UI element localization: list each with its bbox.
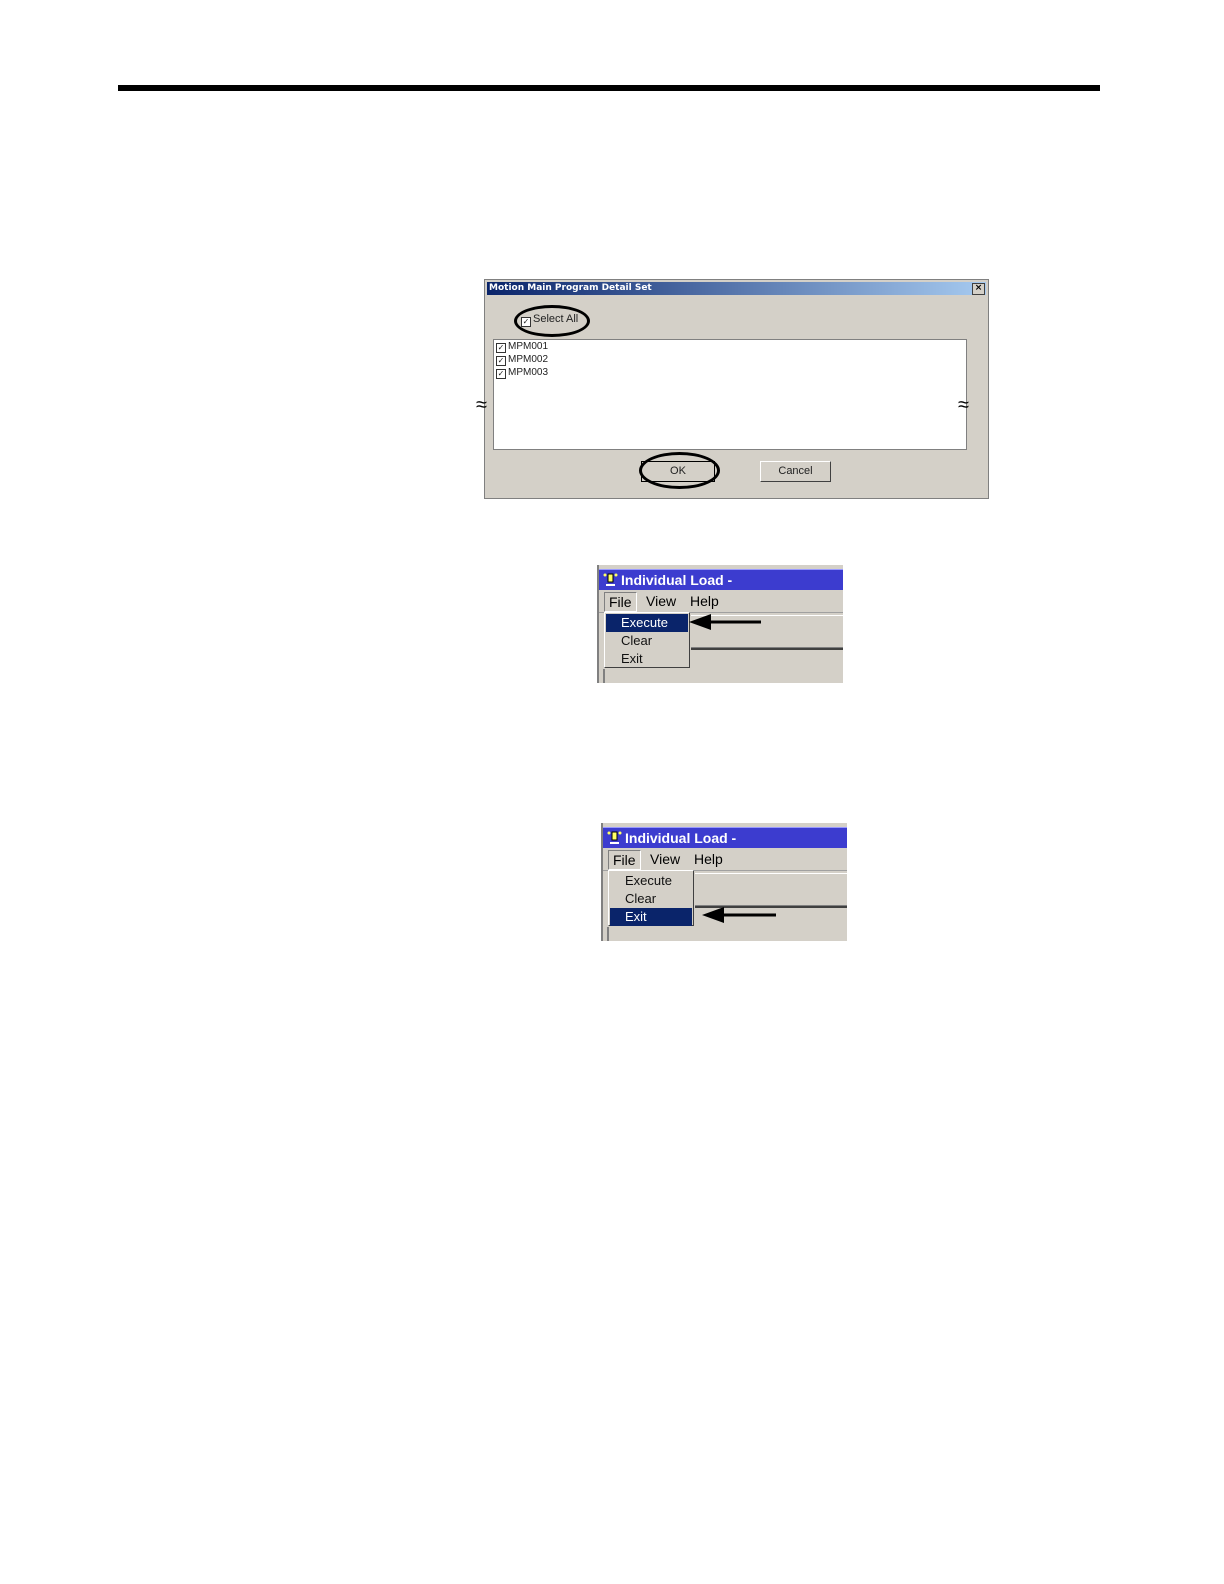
menu-bar: File View Help (599, 590, 843, 613)
arrow-left-icon (702, 907, 776, 923)
menu-item-clear[interactable]: Clear (610, 890, 692, 908)
menu-file[interactable]: File (608, 850, 641, 870)
toolbar-divider (695, 873, 847, 874)
program-name: MPM003 (508, 367, 549, 378)
arrow-left-icon (689, 614, 761, 630)
page-top-rule (118, 85, 1100, 91)
menu-help[interactable]: Help (690, 590, 719, 612)
close-icon[interactable]: × (972, 283, 985, 295)
check-icon: ✓ (496, 356, 506, 366)
menu-item-exit[interactable]: Exit (610, 908, 692, 926)
menu-view[interactable]: View (650, 848, 680, 870)
menu-bar: File View Help (603, 848, 847, 871)
check-icon: ✓ (496, 369, 506, 379)
program-name: MPM002 (508, 354, 549, 365)
motion-main-program-detail-dialog: Motion Main Program Detail Set × ✓ Select… (484, 279, 989, 499)
window-title-bar: Individual Load - (603, 827, 847, 848)
cancel-button[interactable]: Cancel (760, 461, 831, 482)
menu-item-execute[interactable]: Execute (606, 614, 688, 632)
dialog-title: Motion Main Program Detail Set (489, 283, 652, 293)
file-menu-dropdown: Execute Clear Exit (604, 612, 690, 668)
check-icon: ✓ (496, 343, 506, 353)
app-icon (603, 573, 618, 586)
list-item[interactable]: ✓ MPM001 (494, 340, 966, 353)
file-menu-dropdown: Execute Clear Exit (608, 870, 694, 926)
menu-item-clear[interactable]: Clear (606, 632, 688, 650)
menu-file[interactable]: File (604, 592, 637, 612)
client-area-edge (603, 669, 605, 683)
program-list: ✓ MPM001 ✓ MPM002 ✓ MPM003 (493, 339, 967, 450)
app-icon (607, 831, 622, 844)
dialog-title-bar: Motion Main Program Detail Set × (487, 282, 986, 295)
menu-item-execute[interactable]: Execute (610, 872, 692, 890)
list-item[interactable]: ✓ MPM002 (494, 353, 966, 366)
menu-help[interactable]: Help (694, 848, 723, 870)
menu-view[interactable]: View (646, 590, 676, 612)
window-title-bar: Individual Load - (599, 569, 843, 590)
window-title: Individual Load - (621, 572, 733, 588)
menu-item-exit[interactable]: Exit (606, 650, 688, 668)
client-area-edge (607, 927, 609, 941)
toolbar-panel (691, 647, 843, 650)
window-title: Individual Load - (625, 830, 737, 846)
break-mark-right: ≈ (958, 394, 969, 416)
break-mark-left: ≈ (476, 394, 487, 416)
list-item[interactable]: ✓ MPM003 (494, 366, 966, 379)
program-name: MPM001 (508, 341, 549, 352)
select-all-highlight-ellipse (514, 305, 590, 337)
ok-highlight-ellipse (639, 452, 720, 489)
